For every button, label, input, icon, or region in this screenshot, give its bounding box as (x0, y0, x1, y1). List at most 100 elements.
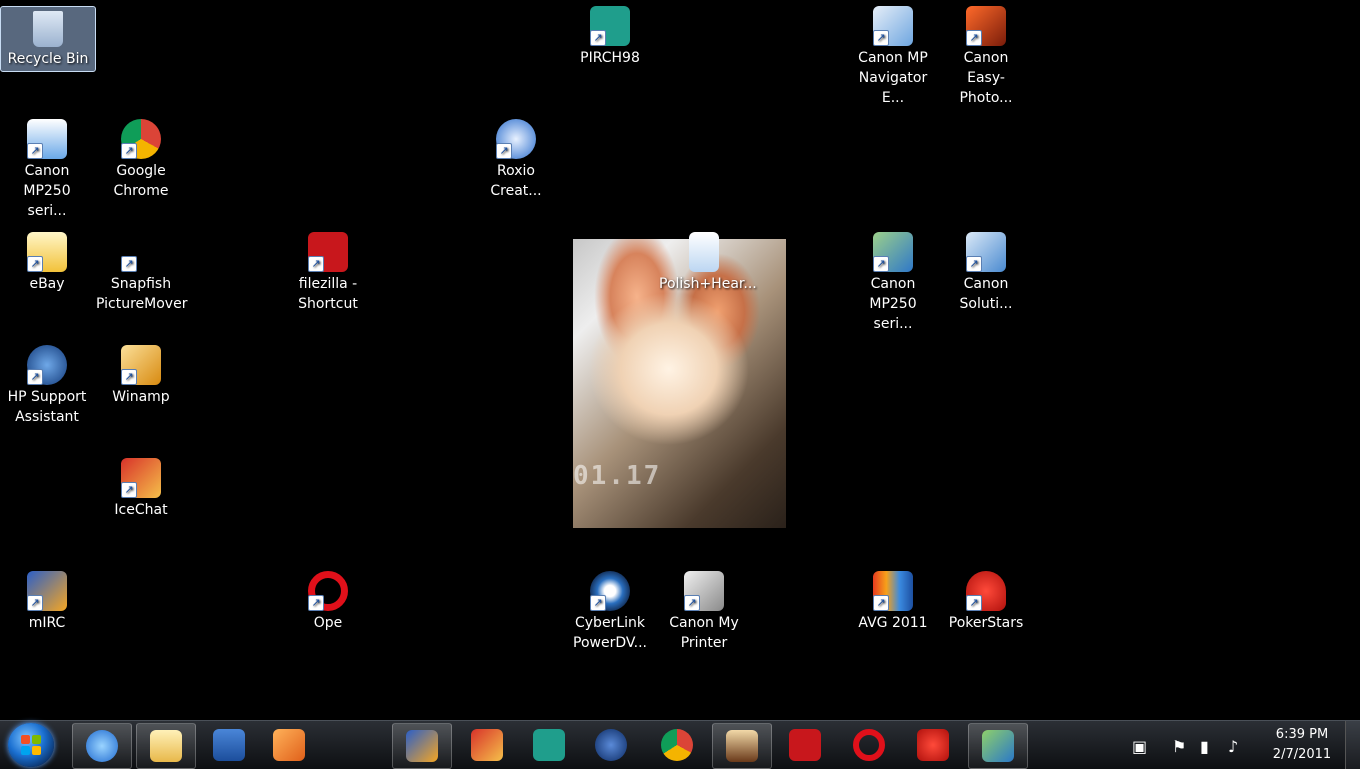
hp-support-assistant-icon[interactable]: ↗ HP Support Assistant (0, 339, 94, 427)
taskbar-pirch98[interactable] (520, 723, 578, 767)
canon-mp250-series-icon[interactable]: ↗ Canon MP250 seri... (846, 226, 940, 334)
opera-icon (853, 729, 885, 761)
icon-label: Ope (313, 615, 343, 631)
taskbar-google-chrome[interactable] (648, 723, 706, 767)
printer-person-icon: ↗ (684, 571, 724, 611)
show-desktop-button[interactable] (1345, 721, 1360, 769)
system-tray: ▣ ⚑ ▮ ♪ (1130, 721, 1270, 769)
shortcut-arrow-icon: ↗ (966, 595, 982, 611)
canon-mp-navigator-icon[interactable]: ↗ Canon MP Navigator E... (846, 0, 940, 108)
canon-mp250-help-icon[interactable]: ↗ Canon MP250 seri... (0, 113, 94, 221)
mirc-icon[interactable]: ↗ mIRC (0, 565, 94, 633)
canon-solution-menu-icon[interactable]: ↗ Canon Soluti... (939, 226, 1033, 314)
pokerstars-logo-icon: ↗ (966, 571, 1006, 611)
polish-heart-file-icon[interactable]: Polish+Hear... (657, 226, 757, 294)
icon-label: Canon MP250 seri... (869, 276, 917, 332)
taskbar-windows-live-messenger[interactable] (968, 723, 1028, 769)
start-button[interactable] (8, 723, 54, 767)
taskbar-icechat[interactable] (458, 723, 516, 767)
people-icon: ↗ (873, 232, 913, 272)
shortcut-arrow-icon: ↗ (966, 30, 982, 46)
shortcut-arrow-icon: ↗ (873, 256, 889, 272)
taskbar-mirc[interactable] (392, 723, 452, 769)
snapfish-logo-icon: ↗ (121, 232, 161, 272)
taskbar-filezilla[interactable] (776, 723, 834, 767)
shortcut-arrow-icon: ↗ (308, 595, 324, 611)
taskbar-internet-explorer[interactable] (72, 723, 132, 769)
taskbar-clock[interactable]: 6:39 PM 2/7/2011 (1262, 725, 1342, 765)
tray-flag-icon[interactable]: ⚑ (1172, 737, 1186, 756)
avg-2011-icon[interactable]: ↗ AVG 2011 (846, 565, 940, 633)
icon-label: Canon Soluti... (959, 276, 1013, 312)
taskbar-hp[interactable] (582, 723, 640, 767)
pokerstars-icon[interactable]: ↗ PokerStars (939, 565, 1033, 633)
easy-photo-icon: ↗ (966, 6, 1006, 46)
winamp-icon[interactable]: ↗ Winamp (94, 339, 188, 407)
shortcut-arrow-icon: ↗ (590, 595, 606, 611)
shortcut-arrow-icon: ↗ (27, 369, 43, 385)
icon-label: mIRC (28, 615, 66, 631)
icon-label: Canon MP Navigator E... (858, 50, 928, 106)
taskbar-windows-explorer[interactable] (136, 723, 196, 769)
taskbar-app-wave[interactable] (200, 723, 258, 767)
trash-icon (33, 11, 63, 47)
speaker-volume-icon[interactable]: ♪ (1228, 737, 1238, 756)
taskbar-pokerstars[interactable] (904, 723, 962, 767)
icon-label: Canon MP250 seri... (23, 163, 71, 219)
icon-label: Roxio Creat... (490, 163, 542, 199)
filezilla-icon (789, 729, 821, 761)
game-character-icon (726, 730, 758, 762)
shortcut-arrow-icon: ↗ (873, 595, 889, 611)
icon-label: IceChat (114, 502, 168, 518)
icechat-icon[interactable]: ↗ IceChat (94, 452, 188, 520)
shortcut-arrow-icon: ↗ (121, 482, 137, 498)
shortcut-arrow-icon: ↗ (684, 595, 700, 611)
clock-time: 6:39 PM (1275, 727, 1329, 742)
wave-icon (213, 729, 245, 761)
shortcut-arrow-icon: ↗ (121, 143, 137, 159)
icon-label: Canon Easy-Photo... (959, 50, 1013, 106)
chrome-logo-icon: ↗ (121, 119, 161, 159)
canon-easy-photo-icon[interactable]: ↗ Canon Easy-Photo... (939, 0, 1033, 108)
cyberlink-powerdvd-icon[interactable]: ↗ CyberLink PowerDV... (563, 565, 657, 653)
opera-logo-icon: ↗ (308, 571, 348, 611)
filezilla-shortcut-icon[interactable]: ↗ filezilla - Shortcut (281, 226, 375, 314)
roxio-creator-icon[interactable]: ↗ Roxio Creat... (469, 113, 563, 201)
ebay-icon[interactable]: ↗ eBay (0, 226, 94, 294)
opera-icon[interactable]: ↗ Ope (281, 565, 375, 633)
desktop: Recycle Bin ↗ PIRCH98 ↗ Canon MP Navigat… (0, 0, 1360, 720)
navigator-icon: ↗ (873, 6, 913, 46)
pokerstars-icon (917, 729, 949, 761)
snapfish-picturemover-icon[interactable]: ↗ Snapfish PictureMover (94, 226, 188, 314)
icon-label: Winamp (112, 389, 170, 405)
shortcut-arrow-icon: ↗ (27, 595, 43, 611)
icon-label: Snapfish PictureMover (96, 276, 188, 312)
shortcut-arrow-icon: ↗ (121, 369, 137, 385)
taskbar-opera[interactable] (840, 723, 898, 767)
taskbar-game-character[interactable] (712, 723, 772, 769)
network-signal-icon[interactable]: ▮ (1200, 737, 1209, 756)
taskbar-media-player[interactable] (260, 723, 318, 767)
icon-label: Polish+Hear... (659, 276, 757, 292)
hp-question-icon: ↗ (27, 345, 67, 385)
windows-flag-icon (21, 735, 41, 755)
recycle-bin-icon[interactable]: Recycle Bin (0, 6, 96, 72)
shortcut-arrow-icon: ↗ (121, 256, 137, 272)
pirch-p-icon: ↗ (590, 6, 630, 46)
icon-label: filezilla - Shortcut (298, 276, 358, 312)
pirch98-icon[interactable]: ↗ PIRCH98 (563, 0, 657, 68)
roxio-logo-icon: ↗ (496, 119, 536, 159)
media-player-icon (273, 729, 305, 761)
pirch-icon (533, 729, 565, 761)
shortcut-arrow-icon: ↗ (590, 30, 606, 46)
clock-date: 2/7/2011 (1272, 747, 1332, 762)
google-chrome-icon[interactable]: ↗ Google Chrome (94, 113, 188, 201)
tray-picture-icon[interactable]: ▣ (1132, 737, 1147, 756)
icon-label: AVG 2011 (858, 615, 928, 631)
shortcut-arrow-icon: ↗ (496, 143, 512, 159)
document-icon (689, 232, 719, 272)
help-book-icon: ↗ (27, 119, 67, 159)
icon-label: eBay (29, 276, 65, 292)
canon-my-printer-icon[interactable]: ↗ Canon My Printer (657, 565, 751, 653)
mirc-logo-icon: ↗ (27, 571, 67, 611)
